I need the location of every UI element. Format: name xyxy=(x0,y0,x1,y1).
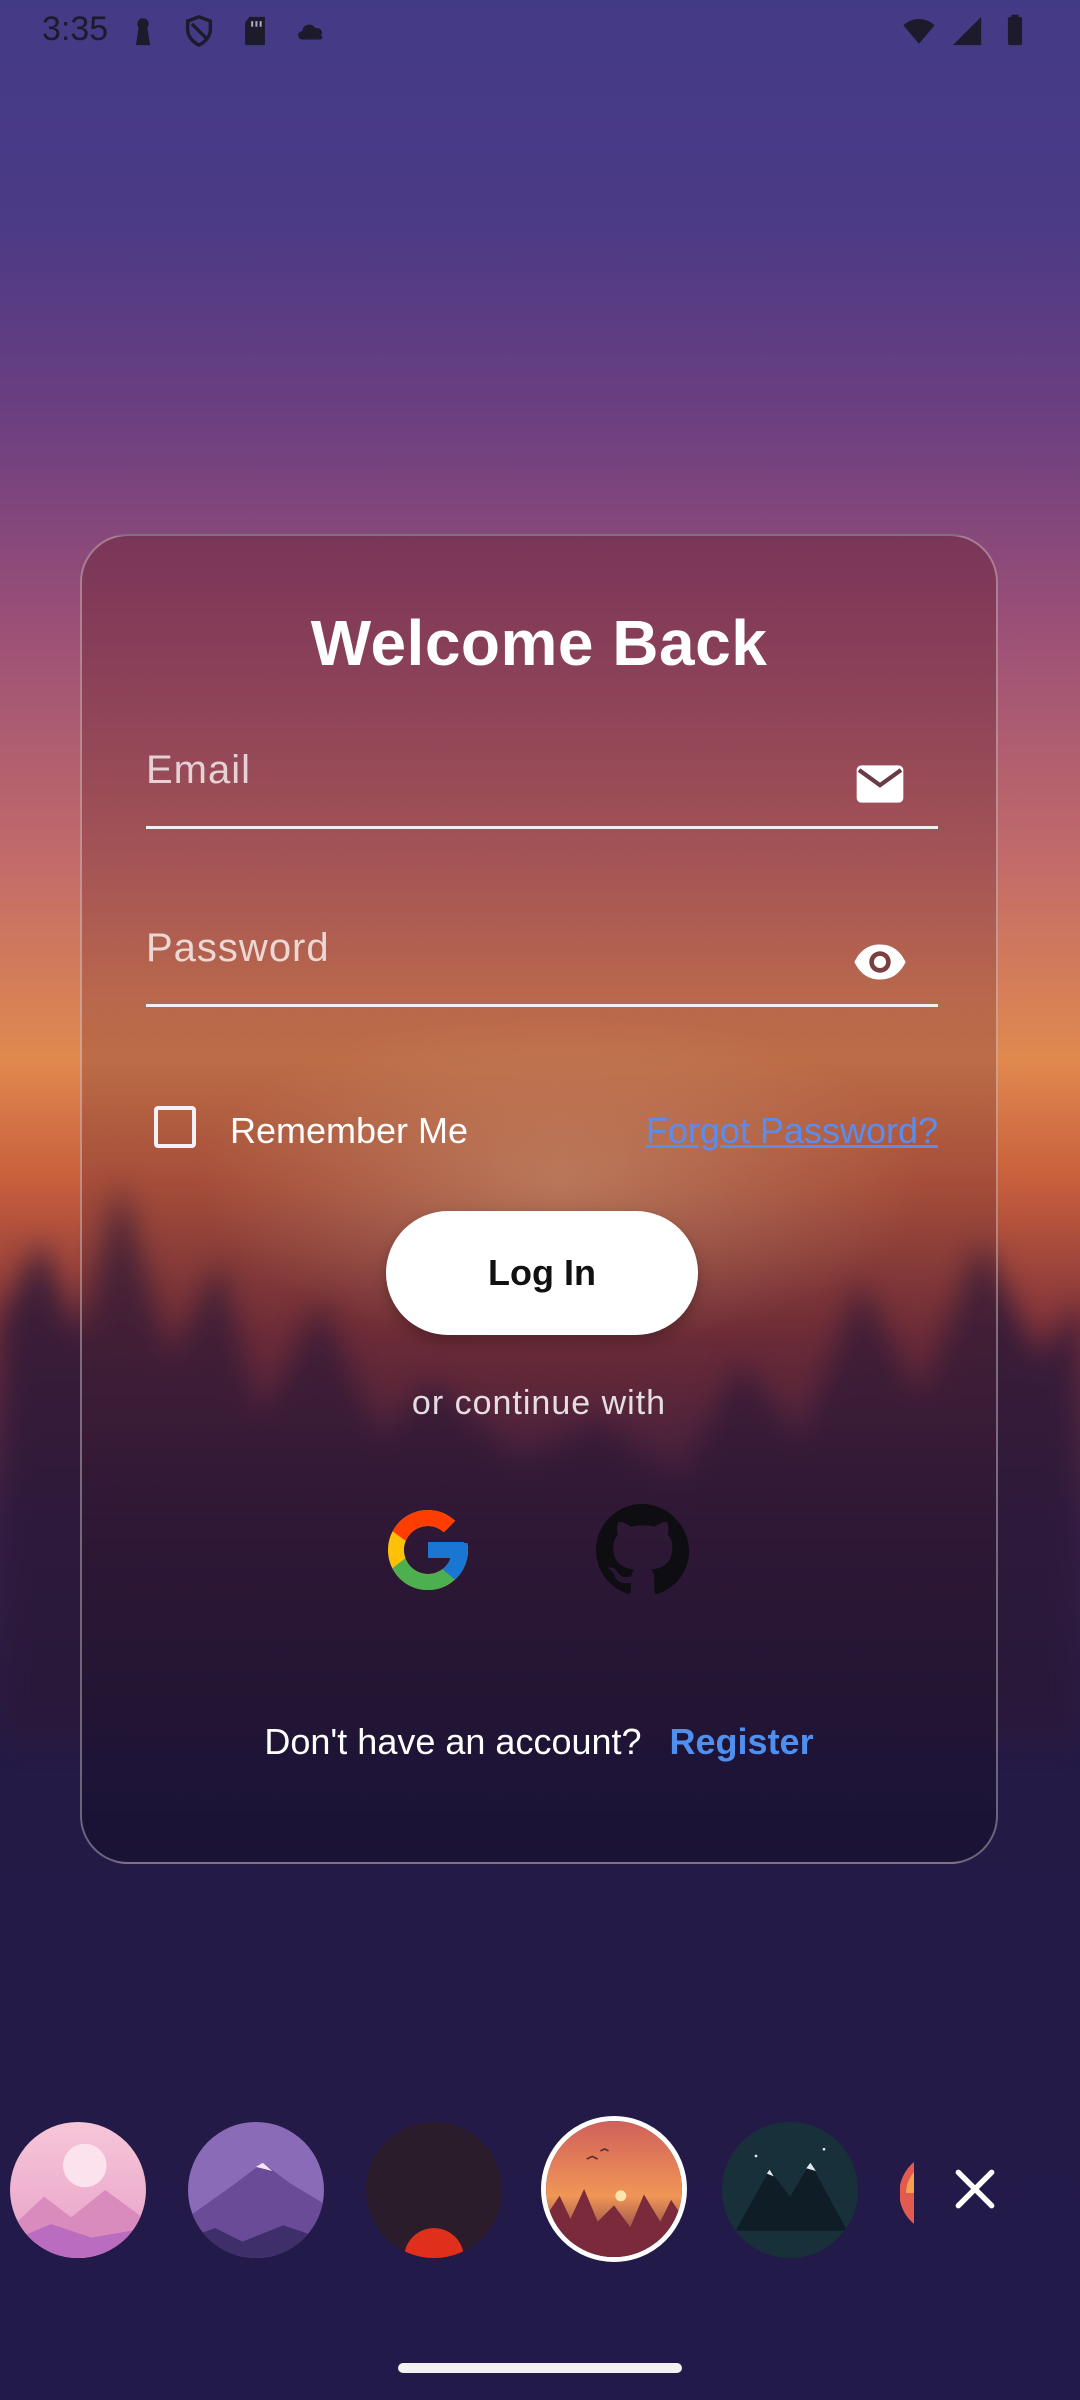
register-link[interactable]: Register xyxy=(670,1721,814,1762)
status-time: 3:35 xyxy=(42,10,109,48)
shield-icon xyxy=(185,15,213,48)
github-icon[interactable] xyxy=(594,1502,690,1598)
status-bar: 3:35 xyxy=(0,0,1080,64)
register-row: Don't have an account? Register xyxy=(82,1721,996,1763)
night-mountain-wallpaper[interactable] xyxy=(722,2122,858,2258)
red-sun-wallpaper[interactable] xyxy=(366,2122,502,2258)
email-field[interactable]: Email xyxy=(146,736,938,829)
sd-card-icon xyxy=(245,16,265,46)
remember-checkbox[interactable] xyxy=(154,1106,196,1148)
password-placeholder: Password xyxy=(146,926,330,970)
login-card: Welcome Back Email Password Remember Me … xyxy=(80,534,998,1864)
google-icon[interactable] xyxy=(380,1502,476,1598)
wallpaper-picker xyxy=(0,2116,1080,2266)
forgot-password-link[interactable]: Forgot Password? xyxy=(646,1110,938,1152)
eye-icon[interactable] xyxy=(852,934,908,990)
partial-wallpaper[interactable] xyxy=(900,2162,914,2224)
login-title: Welcome Back xyxy=(310,607,768,679)
register-prompt: Don't have an account? xyxy=(264,1721,642,1762)
cloud-icon xyxy=(298,24,323,40)
alt-login-text: or continue with xyxy=(411,1384,667,1422)
email-input[interactable] xyxy=(146,736,850,818)
pink-mountain-wallpaper[interactable] xyxy=(10,2122,146,2258)
keyhole-icon xyxy=(135,18,151,46)
email-placeholder: Email xyxy=(146,748,252,792)
signal-icon xyxy=(952,16,982,46)
purple-peak-wallpaper[interactable] xyxy=(188,2122,324,2258)
remember-label: Remember Me xyxy=(230,1110,469,1151)
login-button[interactable]: Log In xyxy=(386,1211,698,1335)
battery-icon xyxy=(1007,14,1023,46)
close-icon[interactable] xyxy=(950,2164,1000,2214)
mail-icon xyxy=(856,765,904,803)
wifi-icon xyxy=(903,18,935,44)
remember-row: Remember Me Forgot Password? xyxy=(154,1102,938,1162)
home-indicator[interactable] xyxy=(398,2363,682,2373)
sunset-forest-wallpaper[interactable] xyxy=(541,2116,687,2262)
password-field[interactable]: Password xyxy=(146,914,938,1007)
